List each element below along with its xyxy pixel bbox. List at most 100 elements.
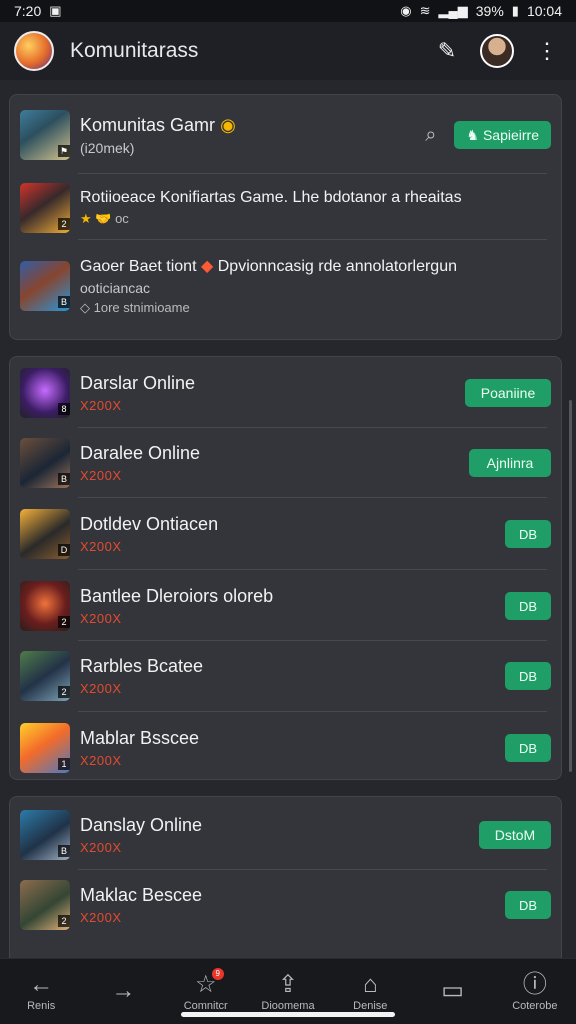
battery-percent: 39% bbox=[475, 3, 504, 19]
home-indicator[interactable] bbox=[181, 1012, 395, 1017]
game-row[interactable]: B Danslay Online X200X DstoM bbox=[10, 803, 561, 867]
nav-label: Comnitcr bbox=[183, 1000, 228, 1012]
nav-info[interactable]: ⓘ Coterobe bbox=[499, 962, 571, 1022]
game-row[interactable]: B Daralee Online X200X Ajnlinra bbox=[10, 431, 561, 495]
profile-avatar[interactable] bbox=[480, 34, 514, 68]
game-row[interactable]: 2 Maklac Bescee X200X DB bbox=[10, 873, 561, 937]
game-text: Mablar Bsscee X200X bbox=[80, 728, 505, 768]
rank-icon: 1 bbox=[58, 758, 70, 770]
info-icon: ⓘ bbox=[522, 971, 547, 998]
game-title: Rarbles Bcatee bbox=[80, 656, 204, 676]
arrow-left-icon: ← bbox=[29, 971, 54, 998]
game-score: X200X bbox=[80, 681, 122, 696]
game-score: X200X bbox=[80, 753, 122, 768]
post-meta: ★ 🤝 oc bbox=[80, 211, 129, 226]
game-status-button[interactable]: DB bbox=[505, 520, 551, 548]
game-row[interactable]: 8 Darslar Online X200X Poaniine bbox=[10, 363, 561, 423]
status-time-left: 7:20 bbox=[14, 3, 42, 19]
nav-forward[interactable]: → bbox=[87, 962, 159, 1022]
game-row[interactable]: 1 Mablar Bsscee X200X DB bbox=[10, 715, 561, 781]
scrollbar[interactable] bbox=[569, 400, 572, 772]
post-text: Gaoer Baet tiont ◆ Dpvionncasig rde anno… bbox=[80, 256, 551, 316]
nav-back[interactable]: ← Renis bbox=[5, 962, 77, 1022]
game-text: Darslar Online X200X bbox=[80, 373, 465, 413]
nav-label: Coterobe bbox=[512, 1000, 558, 1012]
game-thumbnail: 8 bbox=[20, 368, 70, 418]
search-icon[interactable]: ⌕ bbox=[425, 124, 436, 147]
post-text: Rotiioeace Konifiartas Game. Lhe bdotano… bbox=[80, 189, 551, 227]
signal-icon: ▂▄▆ bbox=[438, 3, 468, 18]
status-right: ◉ ≋ ▂▄▆ 39% ▮ 10:04 bbox=[400, 3, 562, 19]
featured-post-row[interactable]: 2 Rotiioeace Konifiartas Game. Lhe bdota… bbox=[10, 177, 561, 239]
community-header-row[interactable]: ⚑ Komunitas Gamr ◉ (i20mek) ⌕ ♞ Sapieirr… bbox=[10, 105, 561, 165]
rank-icon: B bbox=[58, 296, 70, 308]
rank-icon: 2 bbox=[58, 218, 70, 230]
game-thumbnail: B bbox=[20, 438, 70, 488]
tag-icon: ◇ bbox=[80, 300, 90, 315]
rank-icon: B bbox=[58, 473, 70, 485]
game-row[interactable]: D Dotldev Ontiacen X200X DB bbox=[10, 501, 561, 567]
community-header-text: Komunitas Gamr ◉ (i20mek) bbox=[80, 115, 425, 156]
battery-icon: ▮ bbox=[511, 3, 519, 18]
divider bbox=[78, 640, 547, 641]
divider bbox=[78, 497, 547, 498]
join-button[interactable]: ♞ Sapieirre bbox=[454, 121, 551, 149]
game-status-button[interactable]: DB bbox=[505, 891, 551, 919]
post-title: Gaoer Baet tiont ◆ Dpvionncasig rde anno… bbox=[80, 258, 457, 275]
rank-icon: D bbox=[58, 544, 70, 556]
game-thumbnail: B bbox=[20, 810, 70, 860]
game-text: Maklac Bescee X200X bbox=[80, 885, 505, 925]
game-status-button[interactable]: DB bbox=[505, 734, 551, 762]
game-thumbnail: D bbox=[20, 509, 70, 559]
game-title: Bantlee Dleroiors oloreb bbox=[80, 586, 274, 606]
game-text: Daralee Online X200X bbox=[80, 443, 469, 483]
share-icon: ⇪ bbox=[277, 971, 299, 998]
post-thumbnail: B bbox=[20, 261, 70, 311]
divider bbox=[78, 869, 547, 870]
rank-icon: ⚑ bbox=[58, 145, 70, 157]
game-row[interactable]: 2 Rarbles Bcatee X200X DB bbox=[10, 643, 561, 709]
divider bbox=[78, 569, 547, 570]
divider bbox=[78, 711, 547, 712]
app-title: Komunitarass bbox=[70, 39, 199, 62]
featured-post-row-two[interactable]: B Gaoer Baet tiont ◆ Dpvionncasig rde an… bbox=[10, 245, 561, 327]
game-text: Dotldev Ontiacen X200X bbox=[80, 514, 505, 554]
post-subtitle: ooticiancac bbox=[80, 280, 151, 296]
game-status-button[interactable]: DB bbox=[505, 662, 551, 690]
rank-icon: B bbox=[58, 845, 70, 857]
game-thumbnail: 1 bbox=[20, 723, 70, 773]
game-row[interactable]: 2 Bantlee Dleroiors oloreb X200X DB bbox=[10, 573, 561, 639]
community-list[interactable]: ⚑ Komunitas Gamr ◉ (i20mek) ⌕ ♞ Sapieirr… bbox=[0, 80, 576, 958]
game-score: X200X bbox=[80, 398, 122, 413]
post-meta: ◇ 1ore stnimioame bbox=[80, 300, 190, 315]
game-thumbnail: 2 bbox=[20, 581, 70, 631]
app-logo[interactable] bbox=[14, 31, 54, 71]
game-text: Rarbles Bcatee X200X bbox=[80, 656, 505, 696]
game-status-button[interactable]: Ajnlinra bbox=[469, 449, 551, 477]
game-title: Danslay Online bbox=[80, 815, 203, 835]
nav-label: Renis bbox=[27, 1000, 56, 1012]
game-text: Danslay Online X200X bbox=[80, 815, 479, 855]
message-icon: ▣ bbox=[49, 3, 62, 18]
post-title: Rotiioeace Konifiartas Game. Lhe bdotano… bbox=[80, 189, 462, 206]
rank-icon: 2 bbox=[58, 616, 70, 628]
location-icon: ◉ bbox=[400, 3, 412, 18]
game-thumbnail: 2 bbox=[20, 880, 70, 930]
bookmark-icon: ⌂ bbox=[363, 971, 378, 998]
game-thumbnail: 2 bbox=[20, 651, 70, 701]
edit-icon[interactable]: ✎ bbox=[432, 38, 462, 64]
wifi-icon: ≋ bbox=[419, 3, 431, 18]
app-bar: Komunitarass ✎ ⋮ bbox=[0, 22, 576, 80]
leaf-icon: ◆ bbox=[200, 258, 214, 275]
game-score: X200X bbox=[80, 910, 122, 925]
status-bar: 7:20 ▣ ◉ ≋ ▂▄▆ 39% ▮ 10:04 bbox=[0, 0, 576, 22]
featured-community-card: ⚑ Komunitas Gamr ◉ (i20mek) ⌕ ♞ Sapieirr… bbox=[9, 94, 562, 340]
window-icon: ▭ bbox=[441, 977, 464, 1004]
more-vert-icon[interactable]: ⋮ bbox=[532, 38, 562, 64]
person-icon: ♞ bbox=[466, 126, 479, 143]
game-score: X200X bbox=[80, 840, 122, 855]
game-status-button[interactable]: DB bbox=[505, 592, 551, 620]
game-status-button[interactable]: DstoM bbox=[479, 821, 551, 849]
game-status-button[interactable]: Poaniine bbox=[465, 379, 551, 407]
nav-window[interactable]: ▭ bbox=[417, 962, 489, 1022]
